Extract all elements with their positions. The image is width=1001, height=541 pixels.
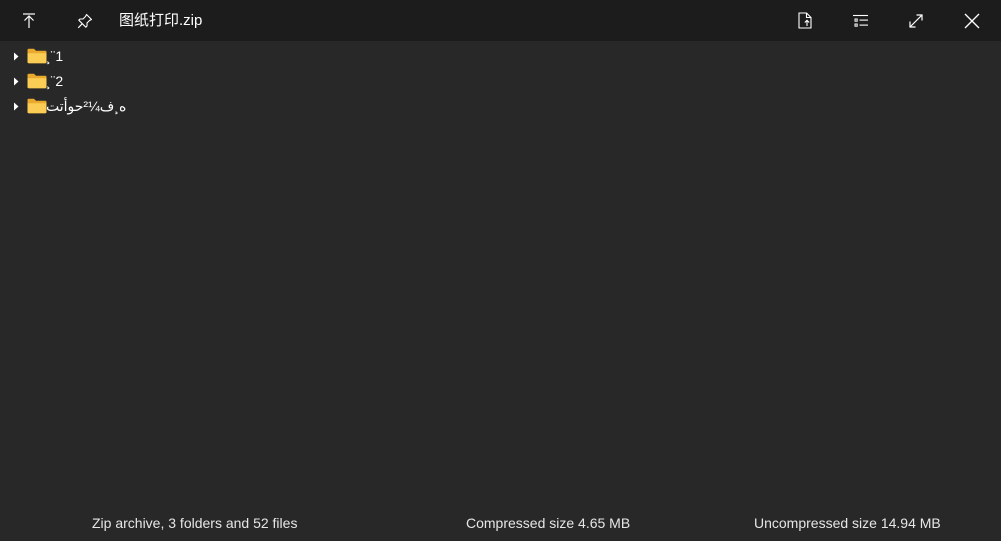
window-title: 图纸打印.zip — [119, 12, 203, 29]
pin-button[interactable] — [70, 0, 100, 41]
extract-file-icon — [798, 12, 812, 29]
arrow-up-to-line-icon — [23, 12, 35, 28]
expand-chevron-icon[interactable] — [10, 94, 22, 119]
maximize-icon — [909, 13, 923, 28]
extract-button[interactable] — [790, 0, 820, 41]
title-bar: 图纸打印.zip — [0, 0, 1001, 41]
folder-icon — [27, 98, 47, 114]
status-bar: Zip archive, 3 folders and 52 files Comp… — [0, 505, 1001, 541]
details-view-button[interactable] — [845, 0, 875, 41]
go-up-button[interactable] — [14, 0, 44, 41]
archive-tree: ¸¨1 ¸¨2 ه¸ف¼²حوأتت — [0, 44, 1001, 119]
tree-item-label: ه¸ف¼²حوأتت — [46, 98, 127, 114]
tree-item-folder[interactable]: ¸¨2 — [0, 69, 1001, 94]
maximize-button[interactable] — [901, 0, 931, 41]
uncompressed-size: Uncompressed size 14.94 MB — [754, 515, 941, 531]
expand-chevron-icon[interactable] — [10, 69, 22, 94]
close-button[interactable] — [957, 0, 987, 41]
pin-icon — [77, 13, 93, 28]
folder-icon — [27, 48, 47, 64]
close-icon — [964, 13, 980, 28]
tree-item-folder[interactable]: ه¸ف¼²حوأتت — [0, 94, 1001, 119]
compressed-size: Compressed size 4.65 MB — [466, 515, 631, 531]
archive-summary: Zip archive, 3 folders and 52 files — [92, 515, 298, 531]
expand-chevron-icon[interactable] — [10, 44, 22, 69]
tree-item-label: ¸¨1 — [46, 48, 64, 64]
zip-viewer-window: 图纸打印.zip ¸¨1 ¸¨2 ه¸ف¼²حوأتت Zip archive,… — [0, 0, 1001, 541]
tree-item-label: ¸¨2 — [46, 73, 64, 89]
tree-item-folder[interactable]: ¸¨1 — [0, 44, 1001, 69]
folder-icon — [27, 73, 47, 89]
list-view-icon — [852, 14, 868, 27]
